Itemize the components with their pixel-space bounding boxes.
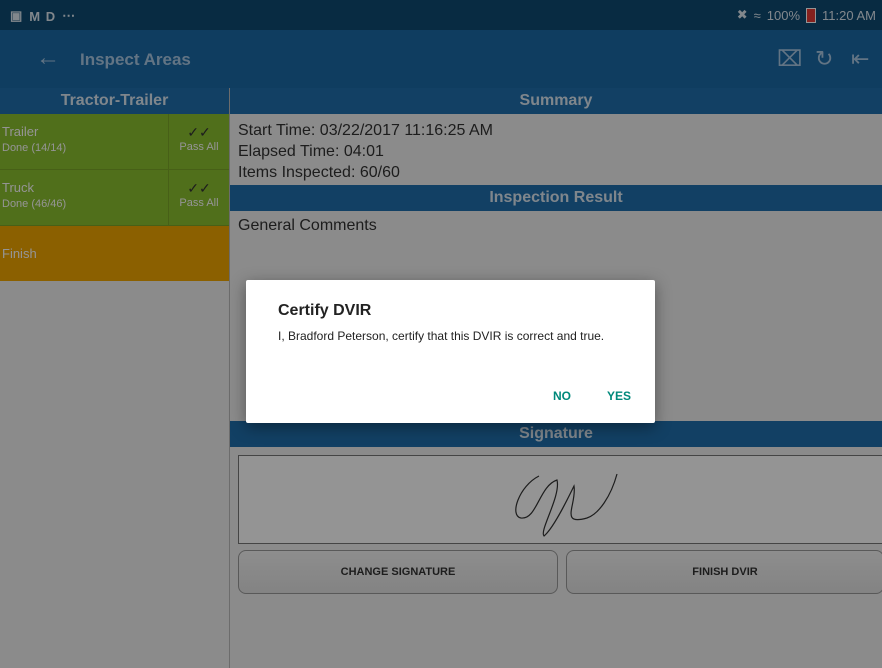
certify-dialog: Certify DVIR I, Bradford Peterson, certi… [246, 280, 655, 423]
yes-button[interactable]: YES [607, 389, 631, 403]
dialog-message: I, Bradford Peterson, certify that this … [278, 329, 605, 343]
dialog-title: Certify DVIR [278, 302, 372, 319]
no-button[interactable]: NO [553, 389, 571, 403]
